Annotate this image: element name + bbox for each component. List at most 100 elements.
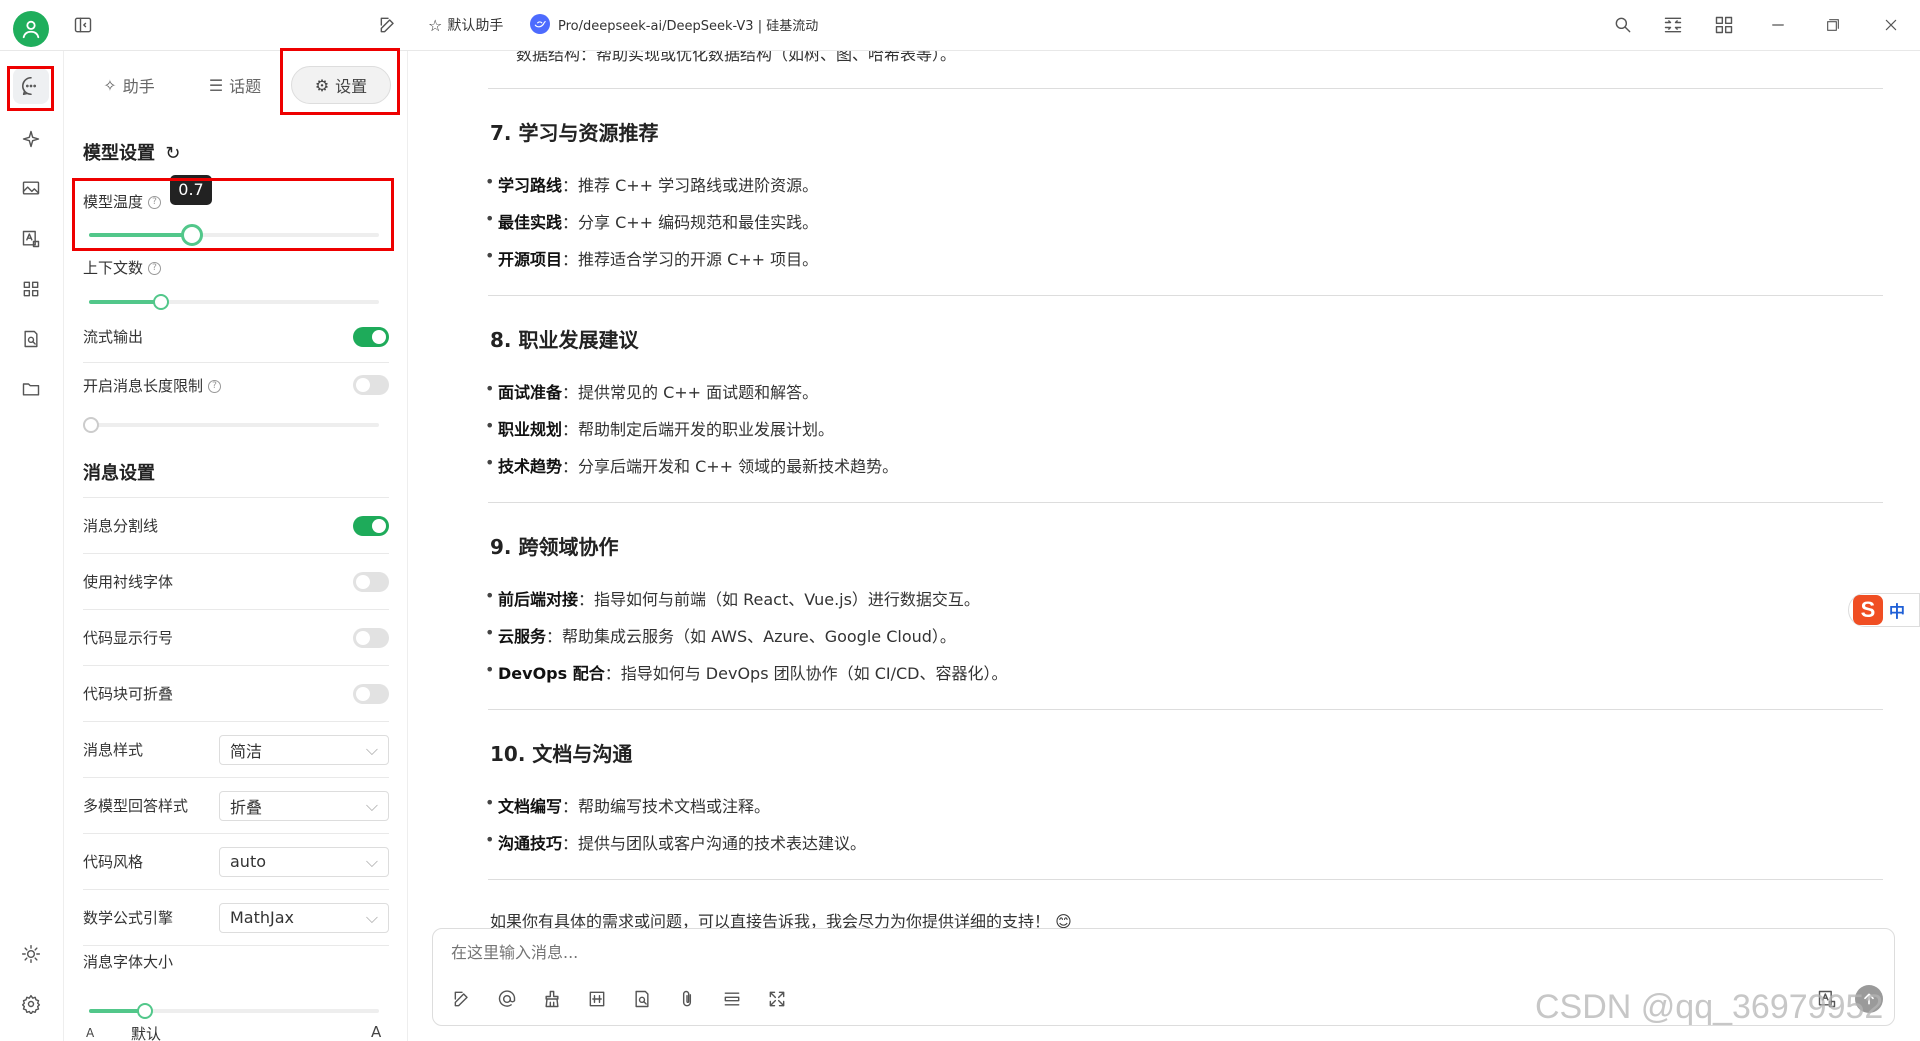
font-size-slider[interactable] <box>89 1003 379 1019</box>
serif-font-toggle[interactable] <box>353 571 389 592</box>
message-divider-row: 消息分割线 <box>83 498 389 554</box>
divider <box>488 88 1883 89</box>
font-size-large-mark: A <box>371 1023 382 1041</box>
model-settings-title: 模型设置 ↻ <box>83 143 181 164</box>
divider <box>488 502 1883 503</box>
message-input[interactable] <box>451 939 1851 965</box>
tab-topics[interactable]: ☰ 话题 <box>199 66 271 104</box>
deepseek-logo-icon <box>530 14 550 34</box>
code-collapsible-toggle[interactable] <box>353 683 389 704</box>
title-bar: ☆ 默认助手 Pro/deepseek-ai/DeepSeek-V3 | 硅基流… <box>0 0 1920 51</box>
max-length-label: 开启消息长度限制? <box>83 375 222 396</box>
context-slider-thumb[interactable] <box>153 294 169 310</box>
math-engine-label: 数学公式引擎 <box>83 909 174 927</box>
mention-icon[interactable] <box>494 986 520 1012</box>
max-length-slider[interactable] <box>83 417 379 433</box>
code-line-numbers-toggle[interactable] <box>353 627 389 648</box>
restore-icon[interactable] <box>1820 12 1846 38</box>
refresh-icon[interactable]: ↻ <box>165 143 180 164</box>
max-length-toggle[interactable] <box>353 375 389 395</box>
section-heading: 10. 文档与沟通 <box>490 742 633 766</box>
stream-output-row: 流式输出 <box>83 311 389 363</box>
code-style-select[interactable]: auto ⌵ <box>219 846 389 877</box>
font-size-label: 消息字体大小 <box>83 953 174 971</box>
code-collapsible-label: 代码块可折叠 <box>83 685 174 703</box>
star-icon: ☆ <box>428 15 443 35</box>
settings-tab-highlight-box <box>280 48 400 115</box>
message-style-select[interactable]: 简洁 ⌵ <box>219 734 389 765</box>
assistant-selector[interactable]: ☆ 默认助手 <box>428 15 503 35</box>
section-heading: 7. 学习与资源推荐 <box>490 121 659 145</box>
help-icon[interactable]: ? <box>208 379 222 393</box>
divider <box>488 879 1883 880</box>
temperature-highlight-box <box>72 178 394 251</box>
image-icon[interactable] <box>18 175 44 201</box>
code-line-numbers-row: 代码显示行号 <box>83 610 389 666</box>
search-icon[interactable] <box>1610 12 1636 38</box>
cut-off-line: 数据结构：帮助实现或优化数据结构（如树、图、哈希表等）。 <box>516 51 957 64</box>
message-settings-title: 消息设置 <box>83 463 155 484</box>
font-size-default-mark: 默认 <box>131 1025 162 1041</box>
close-icon[interactable] <box>1878 12 1904 38</box>
nav-rail <box>0 51 63 1041</box>
minimize-icon[interactable] <box>1765 12 1791 38</box>
chevron-down-icon: ⌵ <box>365 907 378 927</box>
format-icon[interactable] <box>719 986 745 1012</box>
context-setting: 上下文数? <box>83 257 383 310</box>
math-engine-row: 数学公式引擎 MathJax ⌵ <box>83 890 389 946</box>
watermark: CSDN @qq_36979952 <box>1535 988 1884 1026</box>
settings-panel: ✧ 助手 ☰ 话题 ⚙ 设置 模型设置 ↻ 模型温度? 0.7 上下文数? 流式… <box>63 48 409 1041</box>
folder-icon[interactable] <box>18 376 44 402</box>
code-style-label: 代码风格 <box>83 853 144 871</box>
multi-model-style-label: 多模型回答样式 <box>83 797 189 815</box>
sogou-s-icon: S <box>1853 595 1883 625</box>
avatar[interactable] <box>13 11 49 47</box>
stream-output-toggle[interactable] <box>353 326 389 347</box>
theme-sun-icon[interactable] <box>18 941 44 967</box>
list-item: 云服务：帮助集成云服务（如 AWS、Azure、Google Cloud）。 <box>485 623 956 647</box>
sparkle-icon[interactable] <box>18 126 44 152</box>
attachment-icon[interactable] <box>674 986 700 1012</box>
context-slider-fill <box>89 300 161 304</box>
knowledge-base-icon[interactable] <box>629 986 655 1012</box>
toggle-sidebar-icon[interactable] <box>70 12 96 38</box>
model-name: Pro/deepseek-ai/DeepSeek-V3 | 硅基流动 <box>558 18 819 34</box>
font-size-slider-thumb[interactable] <box>137 1003 153 1019</box>
panel-tabs: ✧ 助手 ☰ 话题 ⚙ 设置 <box>64 48 409 121</box>
message-divider-label: 消息分割线 <box>83 517 159 535</box>
narrow-mode-icon[interactable] <box>1660 12 1686 38</box>
translate-icon[interactable] <box>18 226 44 252</box>
knowledge-search-icon[interactable] <box>18 326 44 352</box>
sparkle-small-icon: ✧ <box>103 75 117 95</box>
code-style-row: 代码风格 auto ⌵ <box>83 834 389 890</box>
context-slider[interactable] <box>89 294 379 310</box>
ime-toolbar[interactable]: S 中 <box>1848 593 1920 627</box>
grid-apps-icon[interactable] <box>18 276 44 302</box>
message-divider-toggle[interactable] <box>353 515 389 536</box>
edit-note-icon[interactable] <box>375 12 401 38</box>
max-length-slider-thumb[interactable] <box>83 417 99 433</box>
multi-model-style-select[interactable]: 折叠 ⌵ <box>219 790 389 821</box>
list-item: 职业规划：帮助制定后端开发的职业发展计划。 <box>485 416 834 440</box>
stream-output-label: 流式输出 <box>83 328 144 346</box>
chevron-down-icon: ⌵ <box>365 739 378 759</box>
help-icon[interactable]: ? <box>148 262 162 275</box>
list-item: 面试准备：提供常见的 C++ 面试题和解答。 <box>485 379 818 403</box>
paint-icon[interactable] <box>584 986 610 1012</box>
expand-icon[interactable] <box>764 986 790 1012</box>
assistant-name: 默认助手 <box>447 18 504 34</box>
tab-assistant[interactable]: ✧ 助手 <box>94 66 164 104</box>
settings-gear-icon[interactable] <box>18 991 44 1017</box>
model-selector[interactable]: Pro/deepseek-ai/DeepSeek-V3 | 硅基流动 <box>530 14 818 34</box>
font-size-setting: 消息字体大小 A 默认 A <box>83 951 389 1041</box>
clear-context-icon[interactable] <box>539 986 565 1012</box>
new-topic-icon[interactable] <box>449 986 475 1012</box>
message-style-row: 消息样式 简洁 ⌵ <box>83 722 389 778</box>
section-heading: 9. 跨领域协作 <box>490 535 619 559</box>
list-item: 技术趋势：分享后端开发和 C++ 领域的最新技术趋势。 <box>485 453 898 477</box>
list-item: 前后端对接：指导如何与前端（如 React、Vue.js）进行数据交互。 <box>485 586 980 610</box>
apps-icon[interactable] <box>1711 12 1737 38</box>
math-engine-select[interactable]: MathJax ⌵ <box>219 902 389 933</box>
chat-highlight-box <box>7 66 54 111</box>
context-label: 上下文数? <box>83 259 162 277</box>
